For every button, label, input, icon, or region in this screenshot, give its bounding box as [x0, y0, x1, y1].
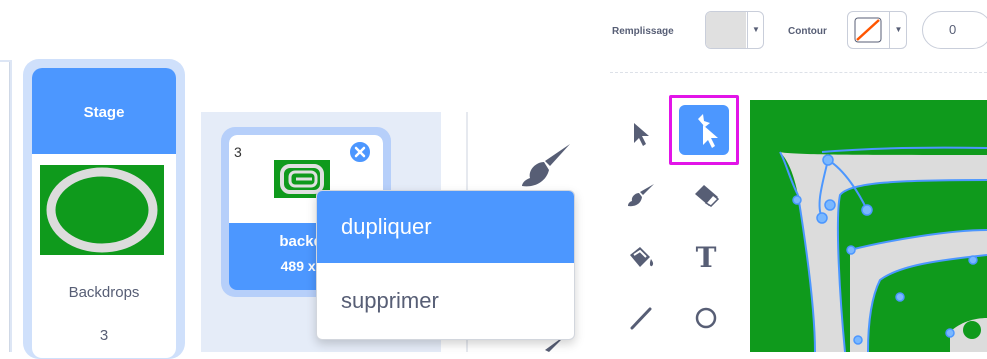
text-tool[interactable]: T	[686, 237, 726, 277]
chevron-down-icon: ▼	[747, 12, 764, 48]
line-tool[interactable]	[621, 298, 661, 338]
circle-icon	[695, 307, 717, 329]
context-menu: dupliquer supprimer	[316, 190, 575, 340]
stage-header: Stage	[32, 68, 176, 154]
fill-color-picker[interactable]: ▼	[705, 11, 764, 49]
toolbar-divider	[610, 72, 987, 73]
brush-tool[interactable]	[621, 175, 661, 215]
outline-label: Contour	[788, 26, 827, 37]
menu-item-delete[interactable]: supprimer	[317, 265, 574, 337]
select-tool[interactable]	[621, 114, 661, 154]
paint-canvas[interactable]	[750, 100, 987, 352]
backdrops-count: 3	[99, 327, 109, 344]
fill-color-swatch	[706, 12, 746, 48]
arrow-pointer-icon	[634, 123, 649, 146]
paint-brush-icon[interactable]	[520, 140, 572, 190]
reshape-tool[interactable]	[679, 105, 729, 155]
no-color-icon	[851, 15, 885, 45]
paint-bucket-icon	[630, 247, 654, 267]
fill-label: Remplissage	[612, 26, 674, 37]
costume-number: 3	[234, 144, 242, 160]
backdrops-label: Backdrops	[68, 284, 140, 301]
line-icon	[630, 307, 652, 330]
stage-selector[interactable]: Stage Backdrops 3	[32, 68, 176, 358]
stage-thumbnail	[40, 165, 164, 255]
eraser-tool[interactable]	[686, 175, 726, 215]
outline-width-input[interactable]: 0	[922, 11, 987, 49]
circle-tool[interactable]	[686, 298, 726, 338]
chevron-down-icon: ▼	[889, 12, 907, 48]
close-icon	[354, 146, 366, 158]
fill-tool[interactable]	[621, 237, 661, 277]
menu-item-duplicate[interactable]: dupliquer	[317, 191, 574, 263]
outline-color-picker[interactable]: ▼	[847, 11, 907, 49]
brush-icon	[628, 184, 654, 207]
eraser-icon	[695, 185, 720, 207]
sprite-pane-edge-inner	[0, 62, 10, 352]
reshape-icon	[698, 114, 718, 148]
delete-costume-button[interactable]	[348, 140, 372, 164]
